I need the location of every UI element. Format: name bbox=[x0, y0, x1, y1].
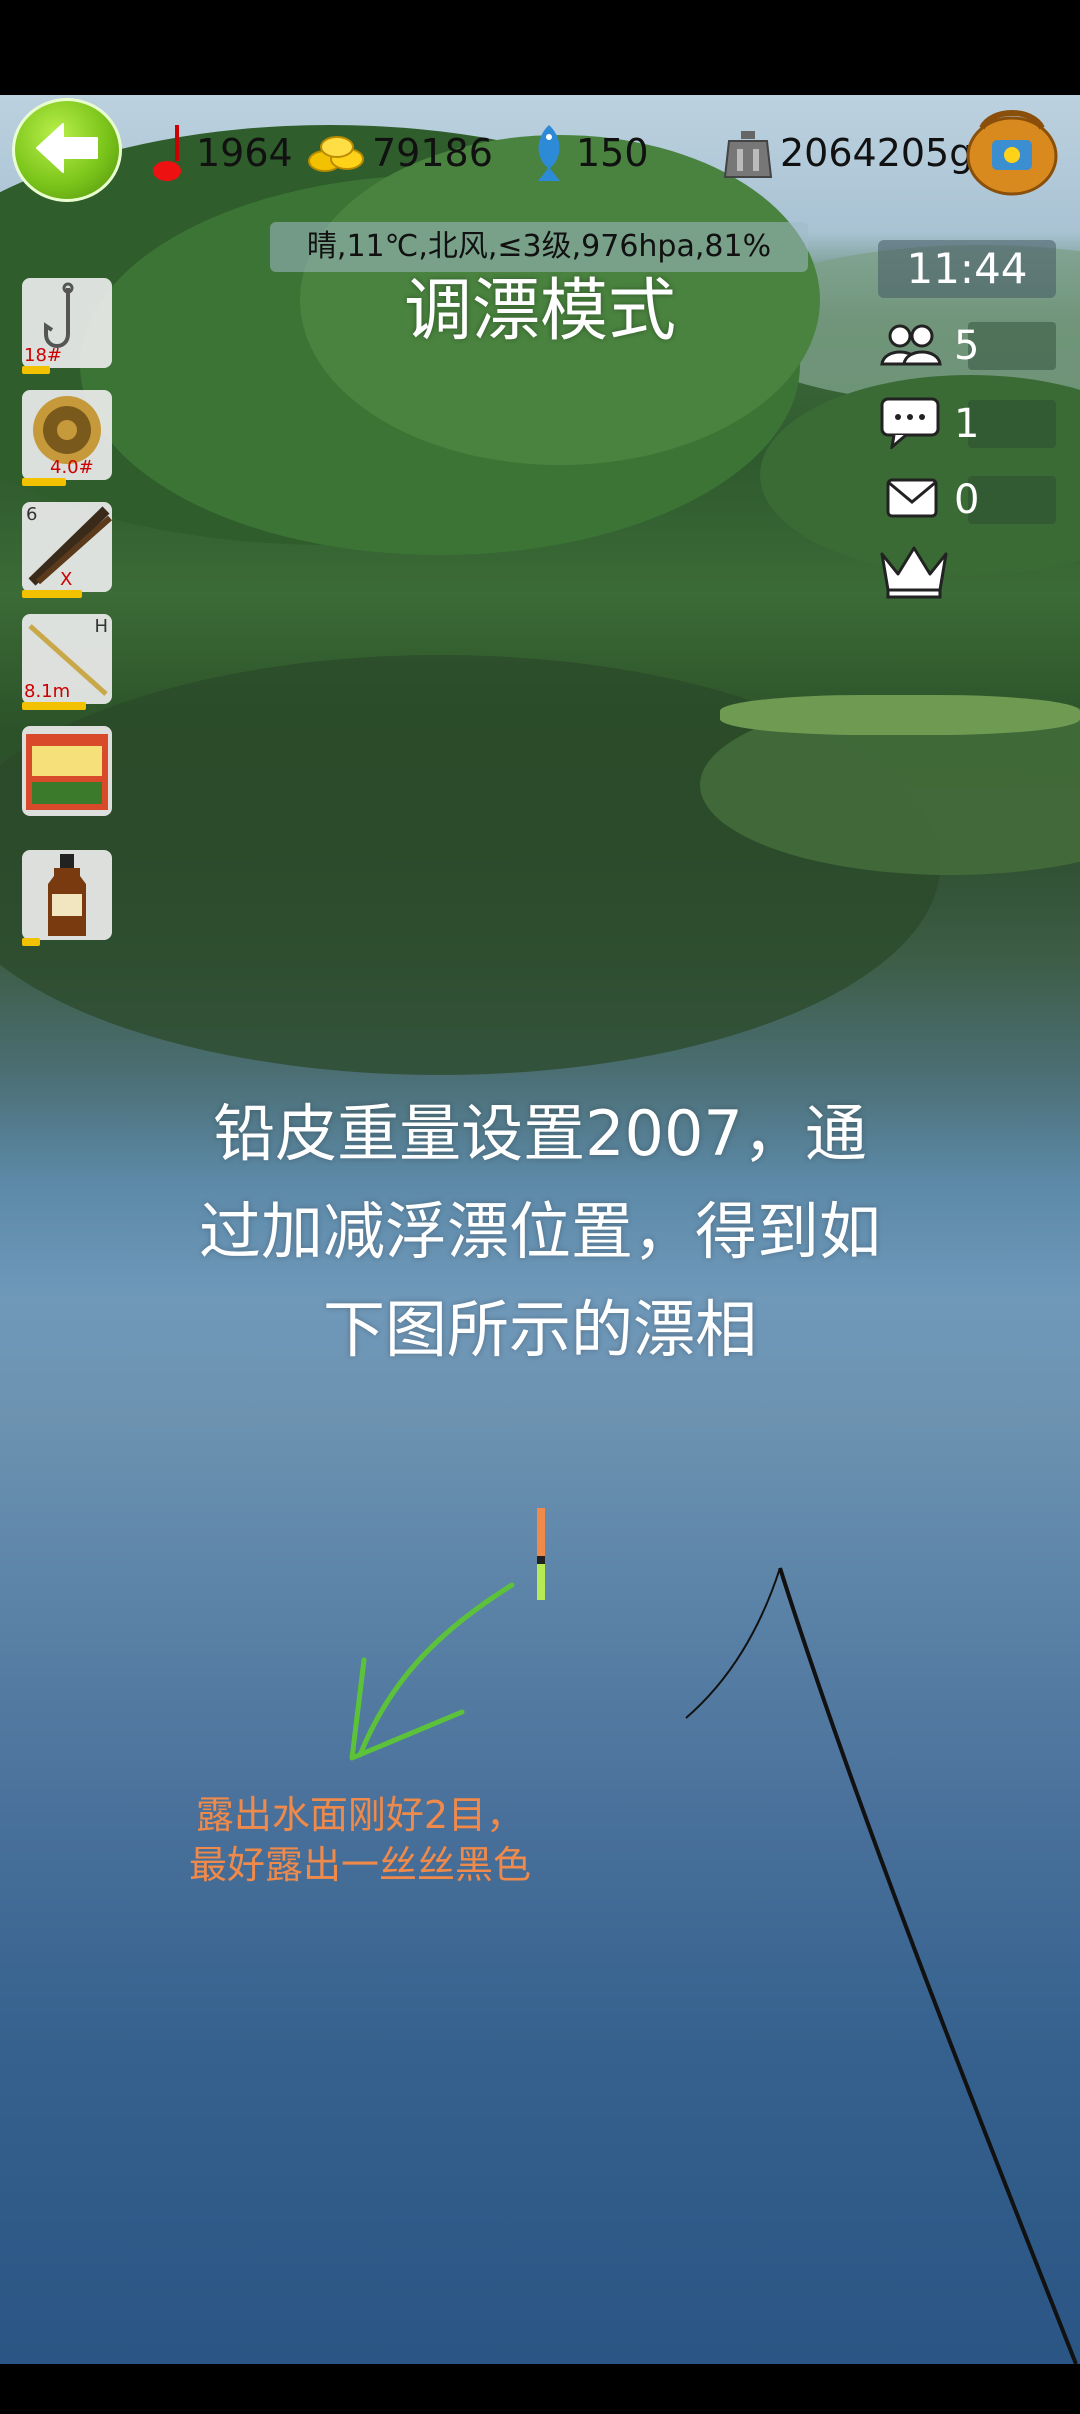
note-line-1: 露出水面刚好2目， bbox=[195, 1793, 525, 1837]
navigation-bar bbox=[0, 2364, 1080, 2414]
note-line-2: 最好露出一丝丝黑色 bbox=[188, 1843, 531, 1887]
fishing-overlay bbox=[349, 1508, 1078, 2365]
float-marker bbox=[537, 1508, 545, 1600]
float-note: 露出水面刚好2目， 最好露出一丝丝黑色 bbox=[130, 1790, 590, 1890]
fishing-line bbox=[685, 1567, 781, 1719]
pointer-arrow bbox=[357, 1582, 515, 1758]
fishing-rod bbox=[778, 1567, 1078, 2365]
